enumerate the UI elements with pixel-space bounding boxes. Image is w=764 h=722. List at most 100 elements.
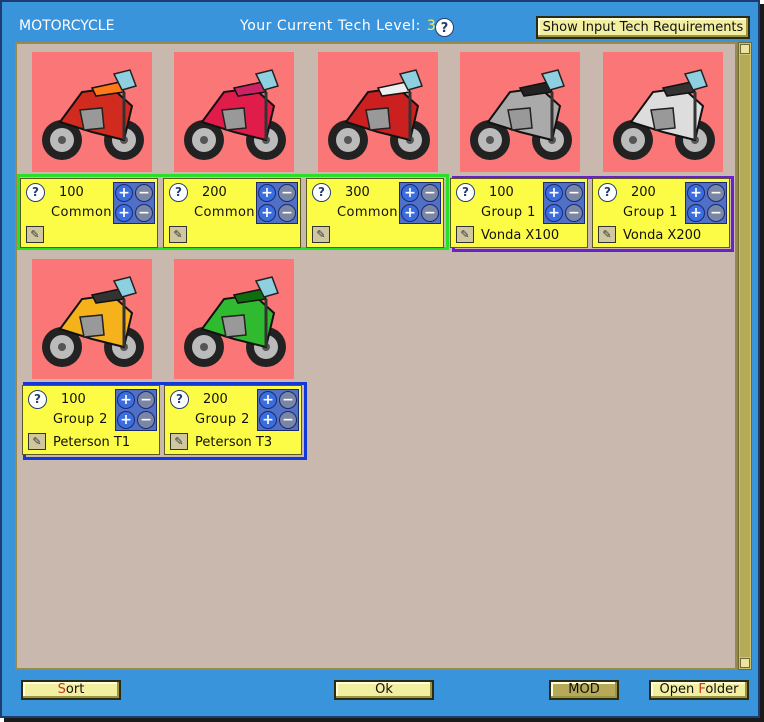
vertical-scrollbar[interactable] [738,42,752,670]
tech-level-label: Your Current Tech Level:30 [240,18,446,34]
plus-icon[interactable]: + [687,204,705,222]
quantity-stepper: + − + − [543,182,585,224]
quantity-stepper: + − + − [113,182,155,224]
item-name: Peterson T3 [195,435,273,450]
item-image[interactable] [603,52,723,172]
plus-icon[interactable]: + [401,204,419,222]
edit-icon[interactable]: ✎ [456,226,474,243]
plus-icon[interactable]: + [545,184,563,202]
quantity-stepper: + − + − [685,182,727,224]
help-icon[interactable]: ? [435,18,454,37]
motorcycle-image [174,259,294,379]
sort-hotkey: S [57,682,66,697]
folder-label-c: older [705,682,739,697]
open-folder-button[interactable]: Open Folder [649,680,749,700]
item-help-icon[interactable]: ? [26,183,45,202]
motorcycle-image [32,259,152,379]
edit-icon[interactable]: ✎ [312,226,330,243]
minus-icon[interactable]: − [565,184,583,202]
item-value: 100 [61,392,86,407]
plus-icon[interactable]: + [115,204,133,222]
item-image[interactable] [32,52,152,172]
tech-level-text: Your Current Tech Level: [240,18,421,34]
plus-icon[interactable]: + [545,204,563,222]
edit-icon[interactable]: ✎ [28,433,46,450]
motorcycle-image [603,52,723,172]
item-image[interactable] [460,52,580,172]
scroll-thumb[interactable] [740,55,750,657]
minus-icon[interactable]: − [137,411,155,429]
edit-icon[interactable]: ✎ [170,433,188,450]
item-card: ? 100 Group 2 + − + − ✎ Peterson T1 [22,385,160,455]
item-group: Group 1 [623,205,678,220]
minus-icon[interactable]: − [421,184,439,202]
motorcycle-image [174,52,294,172]
plus-icon[interactable]: + [117,411,135,429]
sort-button[interactable]: Sort [21,680,121,700]
plus-icon[interactable]: + [259,391,277,409]
item-value: 200 [631,185,656,200]
edit-icon[interactable]: ✎ [598,226,616,243]
item-name: Vonda X100 [481,228,560,243]
quantity-stepper: + − + − [115,389,157,431]
plus-icon[interactable]: + [259,411,277,429]
quantity-stepper: + − + − [399,182,441,224]
item-card: ? 200 Group 1 + − + − ✎ Vonda X200 [592,178,730,248]
plus-icon[interactable]: + [258,184,276,202]
scroll-down-arrow[interactable] [740,658,750,668]
plus-icon[interactable]: + [258,204,276,222]
minus-icon[interactable]: − [279,391,297,409]
item-card: ? 300 Common + − + − ✎ [306,178,444,248]
plus-icon[interactable]: + [115,184,133,202]
item-group: Group 2 [53,412,108,427]
minus-icon[interactable]: − [565,204,583,222]
item-help-icon[interactable]: ? [456,183,475,202]
minus-icon[interactable]: − [707,184,725,202]
item-value: 300 [345,185,370,200]
minus-icon[interactable]: − [421,204,439,222]
minus-icon[interactable]: − [278,184,296,202]
plus-icon[interactable]: + [687,184,705,202]
item-value: 100 [489,185,514,200]
item-image[interactable] [318,52,438,172]
minus-icon[interactable]: − [278,204,296,222]
item-group: Common [337,205,398,220]
item-card: ? 100 Group 1 + − + − ✎ Vonda X100 [450,178,588,248]
ok-button[interactable]: Ok [334,680,434,700]
minus-icon[interactable]: − [137,391,155,409]
item-help-icon[interactable]: ? [170,390,189,409]
show-input-tech-requirements-button[interactable]: Show Input Tech Requirements [536,16,750,39]
motorcycle-image [32,52,152,172]
minus-icon[interactable]: − [135,204,153,222]
motorcycle-image [318,52,438,172]
item-card: ? 200 Common + − + − ✎ [163,178,301,248]
item-card: ? 200 Group 2 + − + − ✎ Peterson T3 [164,385,302,455]
minus-icon[interactable]: − [707,204,725,222]
folder-label-a: Open [659,682,699,697]
item-image[interactable] [174,52,294,172]
item-group: Group 2 [195,412,250,427]
plus-icon[interactable]: + [401,184,419,202]
minus-icon[interactable]: − [135,184,153,202]
edit-icon[interactable]: ✎ [26,226,44,243]
item-card: ? 100 Common + − + − ✎ [20,178,158,248]
item-help-icon[interactable]: ? [28,390,47,409]
item-value: 200 [202,185,227,200]
window-shadow-right [760,4,764,722]
edit-icon[interactable]: ✎ [169,226,187,243]
plus-icon[interactable]: + [117,391,135,409]
quantity-stepper: + − + − [256,182,298,224]
item-help-icon[interactable]: ? [312,183,331,202]
minus-icon[interactable]: − [279,411,297,429]
item-image[interactable] [32,259,152,379]
item-value: 100 [59,185,84,200]
scroll-up-arrow[interactable] [740,44,750,54]
item-help-icon[interactable]: ? [169,183,188,202]
window-title: MOTORCYCLE [19,18,115,34]
item-help-icon[interactable]: ? [598,183,617,202]
item-image[interactable] [174,259,294,379]
title-bar: MOTORCYCLE Your Current Tech Level:30 ? … [2,2,758,42]
item-value: 200 [203,392,228,407]
mod-button[interactable]: MOD [549,680,619,700]
item-group: Common [194,205,255,220]
